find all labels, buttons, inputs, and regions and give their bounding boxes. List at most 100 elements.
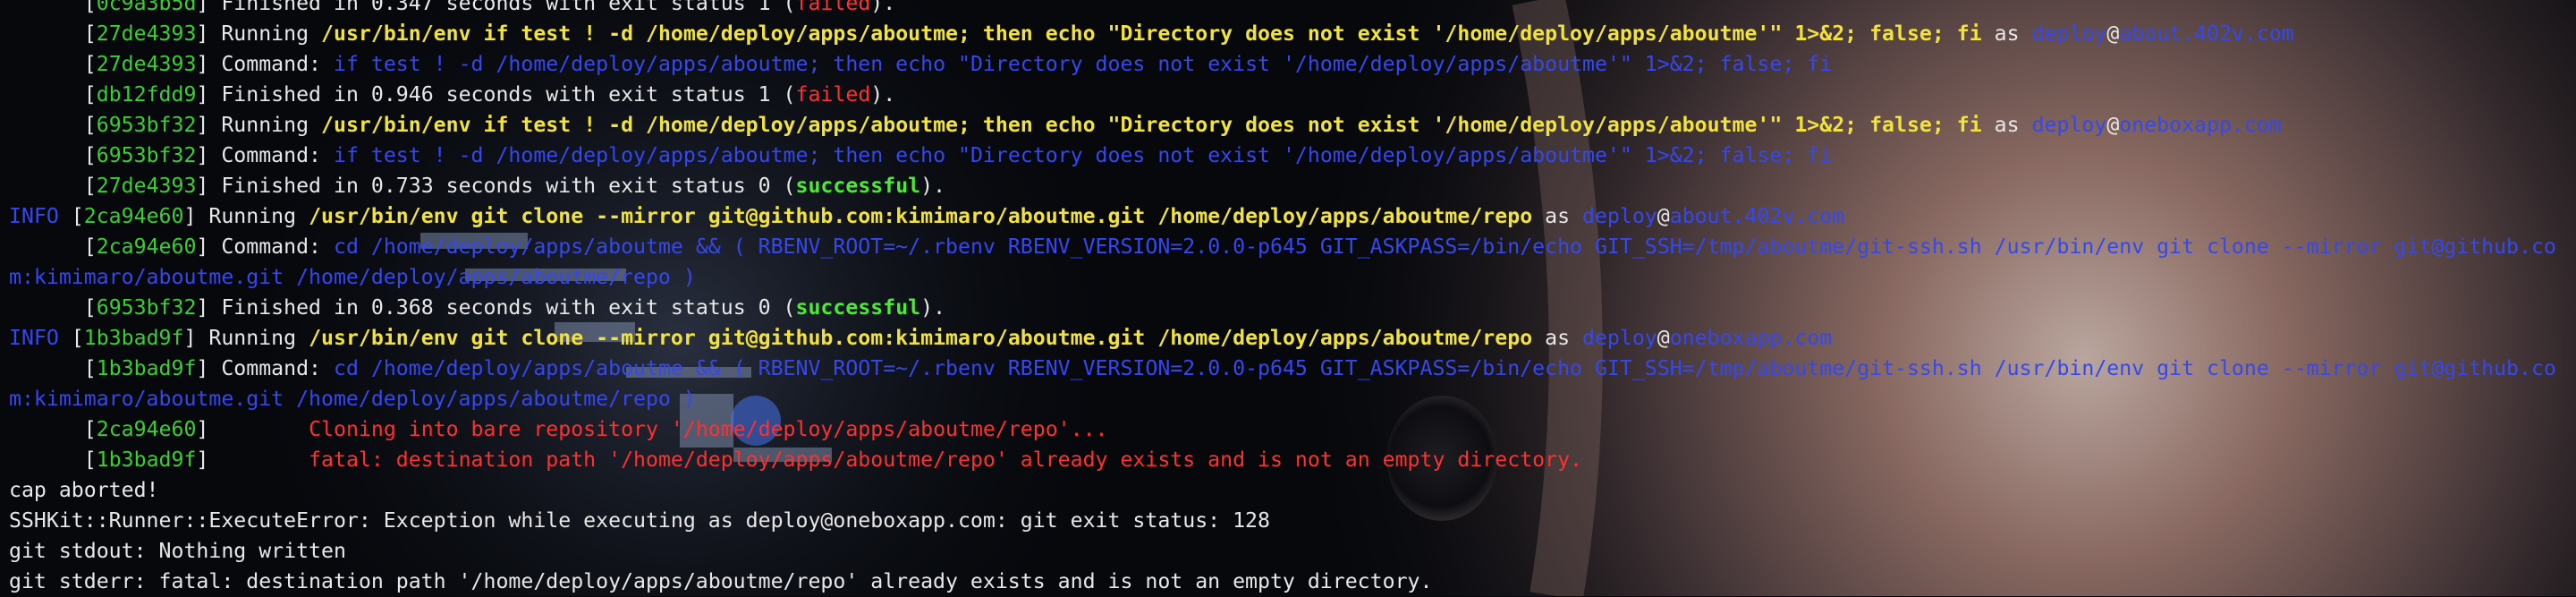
terminal-text-segment: SSHKit::Runner::ExecuteError: Exception … — [9, 508, 1270, 533]
terminal-text-segment: ] Command: — [196, 235, 334, 259]
terminal-line: [27de4393] Command: if test ! -d /home/d… — [9, 49, 2576, 80]
terminal-text-segment: ). — [870, 82, 896, 107]
terminal-text-segment: ] Finished in 0.946 seconds with exit st… — [196, 82, 796, 107]
terminal-line: [6953bf32] Finished in 0.368 seconds wit… — [9, 293, 2576, 323]
terminal-text-segment: as — [1981, 113, 2032, 137]
terminal-text-segment: [ — [9, 113, 97, 137]
terminal-text-segment: [ — [9, 143, 97, 167]
terminal-text-segment: ). — [870, 0, 896, 15]
terminal-output[interactable]: [0c9a3b5d] Finished in 0.347 seconds wit… — [9, 0, 2576, 597]
terminal-line: cap aborted! — [9, 475, 2576, 506]
terminal-text-segment: oneboxapp.com — [1669, 326, 1833, 350]
terminal-text-segment: ] Command: — [196, 356, 334, 380]
terminal-text-segment: as — [1532, 204, 1582, 228]
terminal-text-segment: oneboxapp.com — [2119, 113, 2282, 137]
terminal-text-segment: cap aborted! — [9, 478, 159, 502]
terminal-text-segment: INFO — [9, 204, 59, 228]
terminal-text-segment: [ — [9, 356, 97, 380]
terminal-text-segment: deploy — [2031, 21, 2107, 46]
terminal-text-segment: [ — [9, 235, 97, 259]
terminal-line: m:kimimaro/aboutme.git /home/deploy/apps… — [9, 262, 2576, 293]
terminal-text-segment: if test ! -d /home/deploy/apps/aboutme; … — [333, 143, 1833, 167]
terminal-text-segment: ] Running — [196, 113, 322, 137]
terminal-text-segment: [ — [9, 52, 97, 76]
terminal-text-segment: git stdout: Nothing written — [9, 539, 346, 563]
terminal-text-segment: db12fdd9 — [96, 82, 197, 107]
terminal-text-segment: Cloning into bare repository '/home/depl… — [309, 417, 1108, 441]
terminal-text-segment: 1b3bad9f — [96, 356, 197, 380]
terminal-text-segment: about.402v.com — [2119, 21, 2294, 46]
terminal-line: [6953bf32] Command: if test ! -d /home/d… — [9, 141, 2576, 171]
terminal-text-segment: m:kimimaro/aboutme.git /home/deploy/apps… — [9, 387, 696, 411]
terminal-text-segment: [ — [9, 174, 97, 198]
terminal-text-segment: ] Finished in 0.347 seconds with exit st… — [196, 0, 796, 15]
terminal-line: [2ca94e60] Command: cd /home/deploy/apps… — [9, 232, 2576, 262]
terminal-text-segment: /usr/bin/env if test ! -d /home/deploy/a… — [321, 113, 1982, 137]
terminal-text-segment: ] Finished in 0.368 seconds with exit st… — [196, 295, 796, 320]
terminal-text-segment: about.402v.com — [1669, 204, 1845, 228]
terminal-text-segment: cd /home/deploy/apps/aboutme && ( RBENV_… — [333, 356, 2556, 380]
terminal-line: git stdout: Nothing written — [9, 536, 2576, 567]
terminal-text-segment: deploy — [1582, 326, 1657, 350]
terminal-text-segment: 2ca94e60 — [83, 204, 184, 228]
terminal-text-segment: as — [1532, 326, 1582, 350]
terminal-line: [2ca94e60] Cloning into bare repository … — [9, 414, 2576, 445]
terminal-text-segment: [ — [58, 326, 84, 350]
terminal-text-segment: 6953bf32 — [96, 295, 197, 320]
terminal-text-segment: [ — [9, 21, 97, 46]
terminal-text-segment: ] — [196, 448, 309, 472]
terminal-text-segment: 27de4393 — [96, 21, 197, 46]
terminal-line: m:kimimaro/aboutme.git /home/deploy/apps… — [9, 384, 2576, 414]
terminal-text-segment: [ — [9, 295, 97, 320]
terminal-text-segment: /usr/bin/env if test ! -d /home/deploy/a… — [321, 21, 1982, 46]
terminal-text-segment: 6953bf32 — [96, 113, 197, 137]
terminal-text-segment: 2ca94e60 — [96, 235, 197, 259]
terminal-text-segment: deploy — [1582, 204, 1657, 228]
terminal-text-segment: 27de4393 — [96, 174, 197, 198]
terminal-text-segment: 6953bf32 — [96, 143, 197, 167]
terminal-text-segment: @ — [1657, 204, 1670, 228]
terminal-text-segment: ] — [196, 417, 309, 441]
terminal-text-segment: deploy — [2031, 113, 2107, 137]
terminal-line: [6953bf32] Running /usr/bin/env if test … — [9, 110, 2576, 141]
terminal-text-segment: @ — [1657, 326, 1670, 350]
terminal-text-segment: [ — [9, 82, 97, 107]
terminal-text-segment: /usr/bin/env git clone --mirror git@gith… — [309, 204, 1533, 228]
terminal-text-segment: 1b3bad9f — [83, 326, 184, 350]
terminal-text-segment: @ — [2106, 113, 2120, 137]
terminal-line: [27de4393] Running /usr/bin/env if test … — [9, 19, 2576, 49]
terminal-text-segment: [ — [9, 0, 97, 15]
terminal-text-segment: fatal: destination path '/home/deploy/ap… — [309, 448, 1582, 472]
terminal-text-segment: 0c9a3b5d — [96, 0, 197, 15]
terminal-line: [db12fdd9] Finished in 0.946 seconds wit… — [9, 80, 2576, 110]
terminal-line: INFO [1b3bad9f] Running /usr/bin/env git… — [9, 323, 2576, 354]
terminal-line: [1b3bad9f] fatal: destination path '/hom… — [9, 445, 2576, 475]
terminal-text-segment: 2ca94e60 — [96, 417, 197, 441]
terminal-text-segment: 27de4393 — [96, 52, 197, 76]
terminal-text-segment: [ — [58, 204, 84, 228]
terminal-text-segment: ] Command: — [196, 52, 334, 76]
terminal-text-segment: ). — [920, 174, 946, 198]
terminal-text-segment: ] Running — [196, 21, 322, 46]
terminal-text-segment: ] Command: — [196, 143, 334, 167]
terminal-text-segment: cd /home/deploy/apps/aboutme && ( RBENV_… — [333, 235, 2556, 259]
terminal-text-segment: as — [1981, 21, 2032, 46]
terminal-text-segment: failed — [795, 82, 871, 107]
terminal-text-segment: ). — [920, 295, 946, 320]
terminal-line: INFO [2ca94e60] Running /usr/bin/env git… — [9, 201, 2576, 232]
terminal-text-segment: [ — [9, 448, 97, 472]
terminal-text-segment: failed — [795, 0, 871, 15]
terminal-text-segment: @ — [2106, 21, 2120, 46]
terminal-text-segment: [ — [9, 417, 97, 441]
terminal-line: [1b3bad9f] Command: cd /home/deploy/apps… — [9, 354, 2576, 384]
terminal-text-segment: if test ! -d /home/deploy/apps/aboutme; … — [333, 52, 1833, 76]
terminal-text-segment: ] Running — [183, 326, 309, 350]
terminal-text-segment: INFO — [9, 326, 59, 350]
terminal-text-segment: 1b3bad9f — [96, 448, 197, 472]
terminal-line: SSHKit::Runner::ExecuteError: Exception … — [9, 506, 2576, 536]
terminal-line: [0c9a3b5d] Finished in 0.347 seconds wit… — [9, 0, 2576, 19]
terminal-text-segment: m:kimimaro/aboutme.git /home/deploy/apps… — [9, 265, 696, 289]
terminal-text-segment: successful — [795, 174, 921, 198]
terminal-text-segment: git stderr: fatal: destination path '/ho… — [9, 569, 1433, 593]
terminal-text-segment: ] Running — [183, 204, 309, 228]
